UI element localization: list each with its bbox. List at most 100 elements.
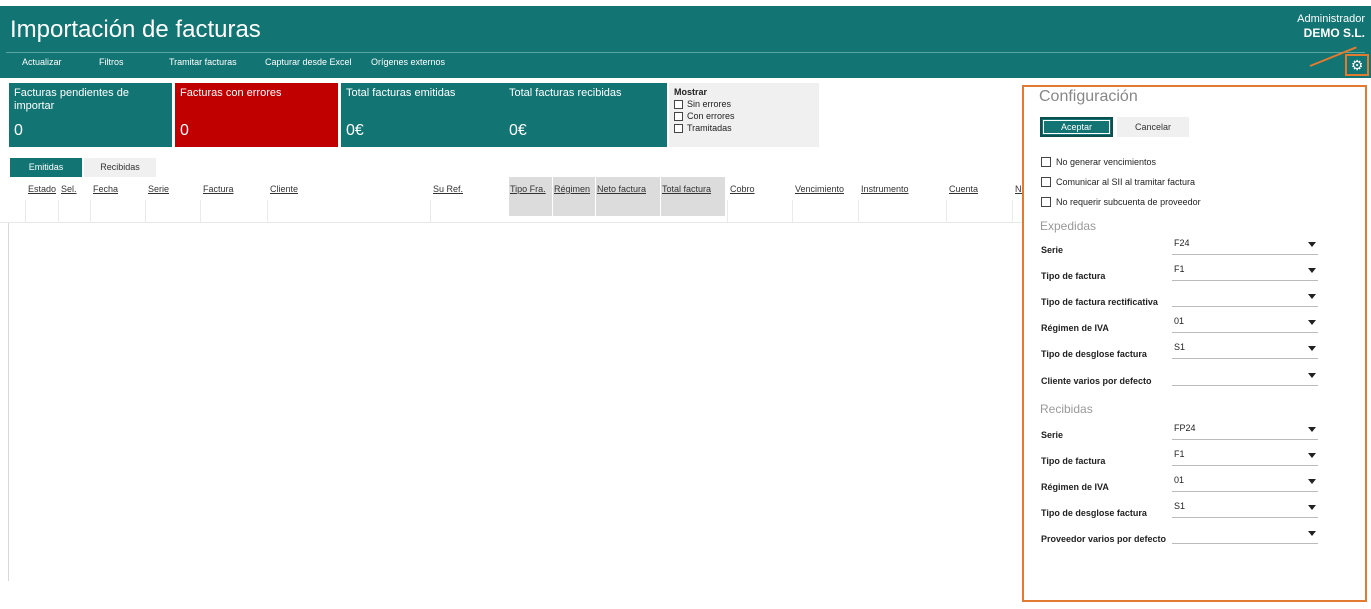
column-vencimiento[interactable]: Vencimiento bbox=[795, 184, 844, 194]
grid-left-border bbox=[8, 223, 9, 581]
column-divider bbox=[267, 200, 268, 223]
recibidas-regimen-iva-select[interactable]: 01 bbox=[1172, 475, 1318, 492]
column-divider bbox=[145, 200, 146, 223]
column-su-ref[interactable]: Su Ref. bbox=[433, 184, 463, 194]
checkbox[interactable] bbox=[674, 99, 683, 109]
column-cobro[interactable]: Cobro bbox=[730, 184, 755, 194]
column-serie[interactable]: Serie bbox=[148, 184, 169, 194]
field-label: Serie bbox=[1041, 430, 1064, 440]
external-sources-button[interactable]: Orígenes externos bbox=[371, 57, 445, 67]
column-factura[interactable]: Factura bbox=[203, 184, 234, 194]
filter-no-errors[interactable]: Sin errores bbox=[674, 98, 814, 110]
option-no-due-dates[interactable]: No generar vencimientos bbox=[1041, 157, 1156, 167]
filter-processed[interactable]: Tramitadas bbox=[674, 122, 814, 134]
expedidas-cliente-varios-select[interactable] bbox=[1172, 369, 1318, 386]
column-estado[interactable]: Estado bbox=[28, 184, 56, 194]
expedidas-desglose-select[interactable]: S1 bbox=[1172, 342, 1318, 359]
tab-recibidas[interactable]: Recibidas bbox=[84, 158, 156, 177]
checkbox[interactable] bbox=[674, 111, 683, 121]
filter-with-errors[interactable]: Con errores bbox=[674, 110, 814, 122]
show-filter-title: Mostrar bbox=[674, 87, 708, 97]
chevron-down-icon bbox=[1308, 479, 1316, 484]
tile-value: 0 bbox=[180, 122, 189, 139]
section-recibidas: Recibidas bbox=[1040, 402, 1093, 416]
user-info[interactable]: Administrador DEMO S.L. bbox=[1297, 13, 1365, 40]
tile-label: Facturas con errores bbox=[180, 87, 282, 99]
chevron-down-icon bbox=[1308, 505, 1316, 510]
chevron-down-icon bbox=[1308, 294, 1316, 299]
chevron-down-icon bbox=[1308, 242, 1316, 247]
checkbox[interactable] bbox=[674, 123, 683, 133]
recibidas-serie-select[interactable]: FP24 bbox=[1172, 423, 1318, 440]
expedidas-regimen-iva-select[interactable]: 01 bbox=[1172, 316, 1318, 333]
column-cliente[interactable]: Cliente bbox=[270, 184, 298, 194]
capture-excel-button[interactable]: Capturar desde Excel bbox=[265, 57, 352, 67]
tile-label: Total facturas emitidas bbox=[346, 87, 456, 99]
app-window: Importación de facturas Administrador DE… bbox=[0, 0, 1371, 609]
errors-tile[interactable]: Facturas con errores 0 bbox=[175, 83, 338, 147]
field-label: Tipo de factura bbox=[1041, 271, 1106, 281]
column-total-factura[interactable]: Total factura bbox=[661, 177, 725, 216]
config-panel: Configuración Aceptar Cancelar No genera… bbox=[1022, 85, 1367, 602]
column-divider bbox=[25, 200, 26, 223]
chevron-down-icon bbox=[1308, 427, 1316, 432]
filters-button[interactable]: Filtros bbox=[99, 57, 124, 67]
recibidas-desglose-select[interactable]: S1 bbox=[1172, 501, 1318, 518]
column-fecha[interactable]: Fecha bbox=[93, 184, 118, 194]
recibidas-tipo-factura-select[interactable]: F1 bbox=[1172, 449, 1318, 466]
tile-label: Facturas pendientes de importar bbox=[14, 87, 129, 112]
accept-button[interactable]: Aceptar bbox=[1040, 117, 1113, 137]
field-label: Régimen de IVA bbox=[1041, 323, 1109, 333]
toolbar: Actualizar Filtros Tramitar facturas Cap… bbox=[0, 53, 1371, 78]
column-divider bbox=[792, 200, 793, 223]
chevron-down-icon bbox=[1308, 346, 1316, 351]
gear-icon[interactable]: ⚙ bbox=[1345, 54, 1369, 76]
column-divider bbox=[200, 200, 201, 223]
issued-total-tile[interactable]: Total facturas emitidas 0€ bbox=[341, 83, 504, 147]
chevron-down-icon bbox=[1308, 373, 1316, 378]
expedidas-tipo-factura-select[interactable]: F1 bbox=[1172, 264, 1318, 281]
config-title: Configuración bbox=[1039, 88, 1138, 105]
expedidas-serie-select[interactable]: F24 bbox=[1172, 238, 1318, 255]
field-label: Cliente varios por defecto bbox=[1041, 376, 1152, 386]
checkbox[interactable] bbox=[1041, 177, 1051, 187]
page-title: Importación de facturas bbox=[10, 16, 261, 43]
field-label: Tipo de desglose factura bbox=[1041, 508, 1147, 518]
tile-value: 0€ bbox=[509, 122, 527, 139]
process-invoices-button[interactable]: Tramitar facturas bbox=[169, 57, 237, 67]
column-cuenta[interactable]: Cuenta bbox=[949, 184, 978, 194]
tile-value: 0€ bbox=[346, 122, 364, 139]
column-divider bbox=[858, 200, 859, 223]
column-sel[interactable]: Sel. bbox=[61, 184, 77, 194]
field-label: Tipo de factura rectificativa bbox=[1041, 297, 1158, 307]
show-filter-box: Mostrar Sin errores Con errores Tramitad… bbox=[669, 83, 819, 147]
chevron-down-icon bbox=[1308, 320, 1316, 325]
tab-emitidas[interactable]: Emitidas bbox=[10, 158, 82, 177]
column-divider bbox=[727, 200, 728, 223]
column-divider bbox=[946, 200, 947, 223]
checkbox[interactable] bbox=[1041, 157, 1051, 167]
invoice-grid-header: Estado Sel. Fecha Serie Factura Cliente … bbox=[0, 177, 1025, 223]
column-instrumento[interactable]: Instrumento bbox=[861, 184, 909, 194]
field-label: Proveedor varios por defecto bbox=[1041, 534, 1167, 544]
expedidas-rectificativa-select[interactable] bbox=[1172, 290, 1318, 307]
option-notify-sii[interactable]: Comunicar al SII al tramitar factura bbox=[1041, 177, 1195, 187]
recibidas-proveedor-varios-select[interactable] bbox=[1172, 527, 1318, 544]
cancel-button[interactable]: Cancelar bbox=[1117, 117, 1189, 137]
user-role: Administrador bbox=[1297, 13, 1365, 25]
column-neto-factura[interactable]: Neto factura bbox=[596, 177, 660, 216]
chevron-down-icon bbox=[1308, 453, 1316, 458]
column-tipo-fra[interactable]: Tipo Fra. bbox=[509, 177, 552, 216]
pending-tile[interactable]: Facturas pendientes de importar 0 bbox=[9, 83, 172, 147]
section-expedidas: Expedidas bbox=[1040, 219, 1097, 233]
chevron-down-icon bbox=[1308, 531, 1316, 536]
column-regimen[interactable]: Régimen bbox=[553, 177, 595, 216]
checkbox[interactable] bbox=[1041, 197, 1051, 207]
company-name: DEMO S.L. bbox=[1303, 26, 1365, 40]
refresh-button[interactable]: Actualizar bbox=[22, 57, 62, 67]
chevron-down-icon bbox=[1308, 268, 1316, 273]
received-total-tile[interactable]: Total facturas recibidas 0€ bbox=[504, 83, 667, 147]
option-no-supplier-account[interactable]: No requerir subcuenta de proveedor bbox=[1041, 197, 1201, 207]
column-divider bbox=[430, 200, 431, 223]
column-divider bbox=[58, 200, 59, 223]
